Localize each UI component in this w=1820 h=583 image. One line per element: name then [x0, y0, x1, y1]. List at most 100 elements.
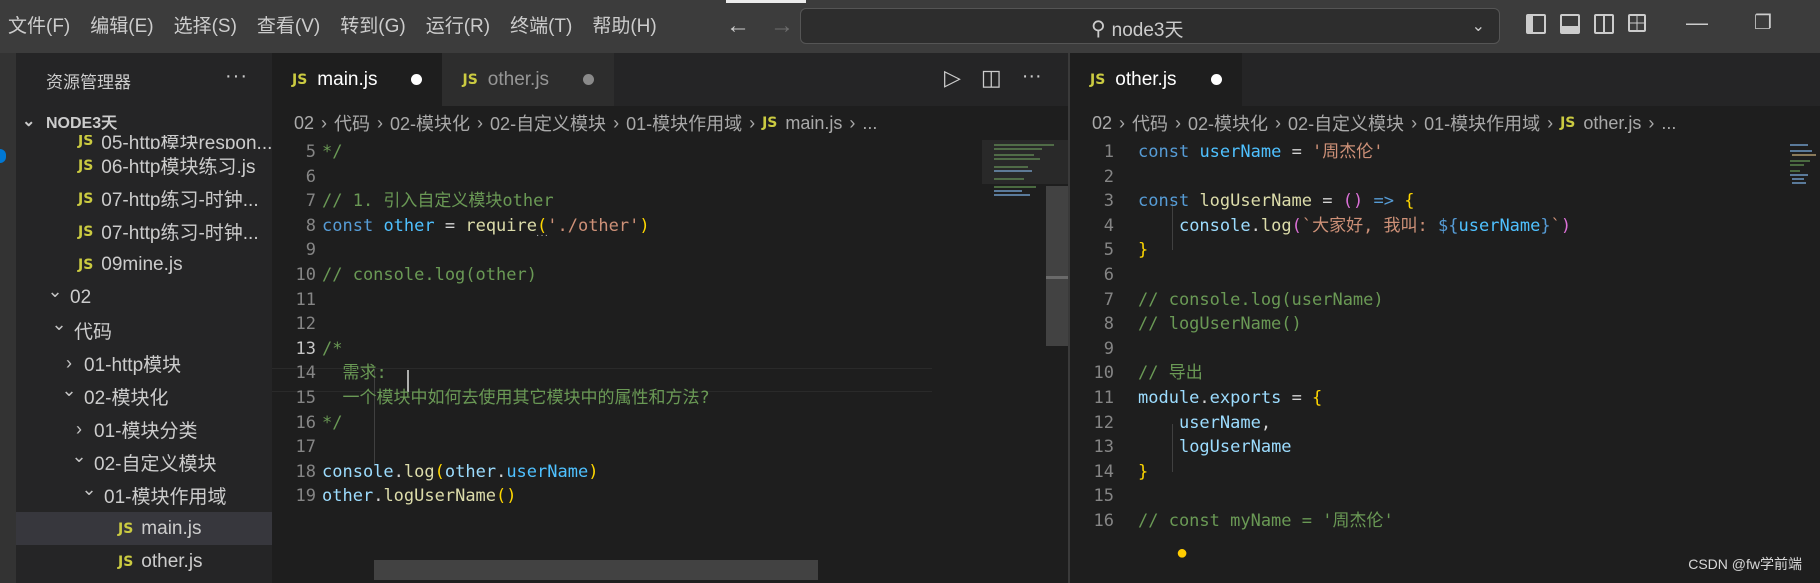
code-token: const — [1138, 142, 1190, 162]
split-editor-icon[interactable]: ◫ — [981, 65, 1002, 91]
breadcrumb-item[interactable]: 02-模块化 — [390, 110, 470, 136]
folder-item[interactable]: ⌄ 02-自定义模块 — [16, 446, 272, 479]
unsaved-dot-icon[interactable] — [411, 74, 423, 85]
folder-item[interactable]: ⌄ 02 — [16, 281, 272, 314]
title-bar: 文件(F) 编辑(E) 选择(S) 查看(V) 转到(G) 运行(R) 终端(T) 帮助(H)… — [0, 0, 1820, 53]
line-number: 14 — [295, 363, 316, 384]
folder-item[interactable]: › 01-http模块 — [16, 347, 272, 380]
breadcrumb-file[interactable]: main.js — [785, 113, 842, 134]
folder-item[interactable]: › 01-模块分类 — [16, 413, 272, 446]
vertical-scrollbar-thumb[interactable] — [1046, 186, 1068, 346]
code-text: // 导出 — [1138, 361, 1203, 386]
file-item[interactable]: JS 06-http模块练习.js — [16, 149, 272, 182]
menu-item[interactable]: 选择(S) — [164, 0, 247, 53]
restore-icon[interactable]: ❐ — [1754, 10, 1772, 36]
right-minimap[interactable] — [1786, 140, 1820, 583]
javascript-file-icon: JS — [78, 190, 94, 207]
breadcrumb-item[interactable]: 01-模块作用域 — [1424, 110, 1540, 136]
more-actions-icon[interactable]: ··· — [225, 65, 248, 88]
menu-item[interactable]: 转到(G) — [330, 0, 415, 53]
customize-layout-icon[interactable] — [1628, 14, 1646, 32]
unsaved-dot-icon[interactable] — [1210, 74, 1222, 85]
folder-item[interactable]: ⌄ 01-模块作用域 — [16, 479, 272, 512]
code-line: 8 const other = require('./other') — [272, 214, 952, 239]
line-number: 8 — [305, 215, 316, 236]
file-item[interactable]: JS 07-http练习-时钟... — [16, 182, 272, 215]
code-text: const logUserName = () => { — [1138, 189, 1414, 214]
breadcrumb-separator-icon: › — [613, 112, 620, 133]
horizontal-scrollbar-thumb[interactable] — [374, 560, 818, 580]
breadcrumb-item[interactable]: 代码 — [334, 110, 370, 136]
menu-item[interactable]: 运行(R) — [416, 0, 500, 53]
code-line: 16 // const myName = '周杰伦' — [1070, 509, 1770, 534]
unsaved-dot-icon[interactable] — [583, 74, 595, 85]
breadcrumb-file[interactable]: other.js — [1583, 113, 1641, 134]
file-item[interactable]: JS other.js — [16, 545, 272, 578]
more-actions-icon[interactable]: ··· — [1022, 65, 1042, 91]
code-token: require — [465, 215, 537, 236]
code-line: 13 logUserName — [1070, 435, 1770, 460]
forward-arrow-icon[interactable]: → — [770, 12, 794, 40]
code-token: 需求: — [322, 363, 387, 384]
right-editor[interactable]: 1 const userName = '周杰伦' 2 3 const logUserNa… — [1070, 140, 1820, 583]
code-token: logUserName — [383, 486, 497, 507]
menu-item[interactable]: 编辑(E) — [80, 0, 163, 53]
back-arrow-icon[interactable]: ← — [726, 12, 750, 40]
breadcrumb-tail[interactable]: ... — [862, 113, 877, 134]
toggle-panel-icon[interactable] — [1560, 14, 1580, 34]
file-item[interactable]: JS 07-http练习-时钟... — [16, 215, 272, 248]
menu-item[interactable]: 文件(F) — [0, 0, 80, 53]
code-token: ` — [1550, 215, 1561, 236]
menu-item[interactable]: 查看(V) — [247, 0, 330, 53]
breadcrumb-item[interactable]: 01-模块作用域 — [626, 110, 742, 136]
code-line: 19 other.logUserName() — [272, 484, 952, 509]
command-center-search[interactable]: ⚲ node3天 ⌄ — [800, 8, 1500, 44]
file-item[interactable]: JS 09mine.js — [16, 248, 272, 281]
code-line: 2 — [1070, 165, 1770, 190]
editor-tab[interactable]: JS other.js — [442, 53, 615, 106]
file-item[interactable]: JS main.js — [16, 512, 272, 545]
breadcrumb-item[interactable]: 代码 — [1132, 110, 1168, 136]
file-item[interactable]: JS 05-http模块respon... — [16, 135, 272, 149]
code-text: const other = require('./other') — [322, 214, 650, 239]
code-token: exports — [1209, 387, 1282, 408]
menu-item[interactable]: 帮助(H) — [582, 0, 666, 53]
breadcrumb-tail[interactable]: ... — [1661, 113, 1676, 134]
folder-item[interactable]: ⌄ 02-模块化 — [16, 380, 272, 413]
code-token: other — [444, 461, 497, 482]
editor-tab[interactable]: JS other.js — [1070, 53, 1242, 106]
toggle-sidebar-icon[interactable] — [1526, 14, 1546, 34]
toggle-secondary-sidebar-icon[interactable] — [1594, 14, 1614, 34]
breadcrumb-item[interactable]: 02-自定义模块 — [490, 110, 606, 136]
line-number: 9 — [305, 240, 316, 261]
chevron-down-icon: ⌄ — [81, 479, 97, 499]
search-text: node3天 — [1111, 20, 1184, 41]
file-tree: JS 05-http模块respon... JS 06-http模块练习.js JS 07… — [16, 135, 272, 578]
breadcrumb-item[interactable]: 02 — [294, 113, 314, 134]
workspace-root-folder[interactable]: ⌄ NODE3天 — [16, 107, 272, 135]
explorer-sidebar: 资源管理器 ··· ⌄ NODE3天 JS 05-http模块respon... J… — [16, 53, 272, 583]
chevron-down-icon: ⌄ — [71, 446, 87, 466]
chevron-down-icon[interactable]: ⌄ — [1472, 16, 1485, 36]
code-token: '周杰伦' — [1312, 142, 1384, 162]
line-number: 8 — [1103, 314, 1114, 335]
menu-item[interactable]: 终端(T) — [500, 0, 582, 53]
breadcrumb-item[interactable]: 02-模块化 — [1188, 110, 1268, 136]
left-editor[interactable]: 5 */ 6 7 // 1. 引入自定义模块other 8 const other = re… — [272, 140, 1070, 583]
breadcrumb-item[interactable]: 02-自定义模块 — [1288, 110, 1404, 136]
line-number: 14 — [1093, 461, 1114, 482]
code-text: module.exports = { — [1138, 386, 1322, 411]
breadcrumb-item[interactable]: 02 — [1092, 113, 1112, 134]
tree-item-label: 01-模块分类 — [94, 421, 198, 442]
code-token: log — [1260, 215, 1292, 236]
tree-item-label: 07-http练习-时钟... — [101, 223, 259, 244]
minimize-icon[interactable]: — — [1686, 10, 1708, 36]
lightbulb-icon[interactable]: ● — [1176, 542, 1188, 565]
code-line: 9 — [1070, 337, 1770, 362]
run-icon[interactable]: ▷ — [944, 65, 961, 91]
editor-tab[interactable]: JS main.js — [272, 53, 443, 106]
folder-item[interactable]: ⌄ 代码 — [16, 314, 272, 347]
code-line: 11 module.exports = { — [1070, 386, 1770, 411]
code-text: // const myName = '周杰伦' — [1138, 509, 1394, 534]
